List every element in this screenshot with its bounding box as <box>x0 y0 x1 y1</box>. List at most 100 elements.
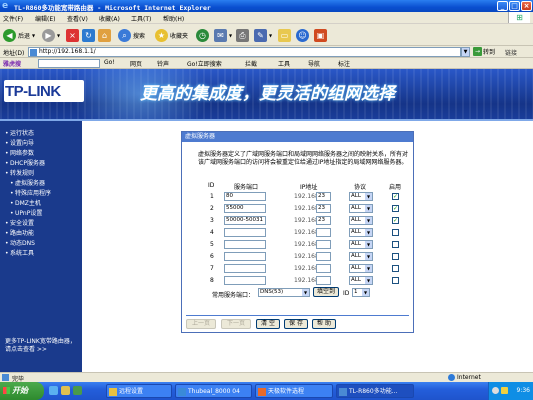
enable-checkbox[interactable] <box>392 253 399 260</box>
fill-id-select[interactable]: 1 ▼ <box>352 288 370 297</box>
search-tools-button[interactable]: 工具 <box>278 59 290 68</box>
protocol-select[interactable]: ALL ▼ <box>349 276 373 285</box>
address-input[interactable]: http://192.168.1.1/ <box>28 47 461 57</box>
go-button[interactable]: → 转到 <box>473 47 495 56</box>
service-port-input[interactable] <box>224 240 266 249</box>
menu-help[interactable]: 帮助(H) <box>163 14 184 23</box>
service-port-input[interactable] <box>224 264 266 273</box>
volume-icon[interactable] <box>501 387 508 394</box>
stop-button[interactable]: × <box>66 27 79 43</box>
sidebar-item[interactable]: •系统工具 <box>0 249 82 259</box>
start-button[interactable]: 开始 <box>0 382 44 400</box>
edit-button[interactable]: ✎ ▼ <box>254 27 272 43</box>
history-button[interactable]: ◷ <box>196 27 209 43</box>
search-button[interactable]: ⌕ 搜索 <box>118 27 145 43</box>
clear-button[interactable]: 清 空 <box>256 319 280 329</box>
sidebar-item[interactable]: •安全设置 <box>0 219 82 229</box>
prev-page-button[interactable]: 上一页 <box>186 319 216 329</box>
help-button[interactable]: 帮 助 <box>312 319 336 329</box>
forward-button[interactable]: ▶ ▼ <box>42 27 60 43</box>
search-mark-button[interactable]: 标注 <box>338 59 350 68</box>
protocol-select[interactable]: ALL ▼ <box>349 252 373 261</box>
home-button[interactable]: ⌂ <box>98 27 111 43</box>
task-remote-settings[interactable]: 远程设置 <box>106 384 172 398</box>
service-port-input[interactable] <box>224 228 266 237</box>
task-tianji[interactable]: 天极软件选程 <box>255 384 333 398</box>
menu-view[interactable]: 查看(V) <box>67 14 88 23</box>
fill-to-button[interactable]: 填空到 <box>313 287 339 297</box>
enable-checkbox[interactable] <box>392 265 399 272</box>
search-go-button[interactable]: Go! <box>104 59 115 66</box>
ip-last-octet-input[interactable] <box>316 240 331 249</box>
protocol-select[interactable]: ALL ▼ <box>349 240 373 249</box>
sidebar-item[interactable]: •DMZ主机 <box>0 199 82 209</box>
back-button[interactable]: ◀ 后退 ▼ <box>3 27 35 43</box>
search-ring-button[interactable]: 铃声 <box>157 59 169 68</box>
service-port-input[interactable]: 55000 <box>224 204 266 213</box>
minimize-button[interactable]: _ <box>497 1 508 11</box>
enable-checkbox[interactable] <box>392 277 399 284</box>
service-port-input[interactable]: 50000-50031 <box>224 216 266 225</box>
ip-last-octet-input[interactable] <box>316 264 331 273</box>
sidebar-item[interactable]: •运行状态 <box>0 129 82 139</box>
more-products-link[interactable]: 更多TP-LINK宽带路由器，请点击查看 >> <box>5 338 81 354</box>
quicklaunch-folder-icon[interactable] <box>61 386 70 395</box>
search-toolbar-input[interactable] <box>38 59 100 68</box>
ip-last-octet-input[interactable]: 23 <box>316 216 331 225</box>
ip-last-octet-input[interactable] <box>316 276 331 285</box>
mail-button[interactable]: ✉ ▼ <box>214 27 232 43</box>
protocol-select[interactable]: ALL ▼ <box>349 228 373 237</box>
sidebar-item[interactable]: •DHCP服务器 <box>0 159 82 169</box>
search-now-button[interactable]: Go!立即搜索 <box>187 59 222 68</box>
refresh-button[interactable]: ↻ <box>82 27 95 43</box>
sidebar-item[interactable]: •特殊应用程序 <box>0 189 82 199</box>
menu-tools[interactable]: 工具(T) <box>131 14 151 23</box>
print-button[interactable]: ⎙ <box>236 27 249 43</box>
messenger-button[interactable]: ☺ <box>296 27 309 43</box>
sidebar-item[interactable]: •UPnP设置 <box>0 209 82 219</box>
protocol-select[interactable]: ALL ▼ <box>349 192 373 201</box>
favorites-button[interactable]: ★ 收藏夹 <box>155 27 188 43</box>
common-ports-select[interactable]: DNS(53) ▼ <box>258 288 310 297</box>
sidebar-item[interactable]: •设置向导 <box>0 139 82 149</box>
task-router-page[interactable]: TL-R860多功能... <box>336 384 414 398</box>
maximize-button[interactable]: □ <box>509 1 520 11</box>
task-thubeal[interactable]: Thubeal_8000 04 <box>175 384 252 398</box>
service-port-input[interactable] <box>224 276 266 285</box>
ip-last-octet-input[interactable] <box>316 252 331 261</box>
enable-checkbox[interactable]: ✓ <box>392 217 399 224</box>
save-button[interactable]: 保 存 <box>284 319 308 329</box>
enable-checkbox[interactable]: ✓ <box>392 193 399 200</box>
network-icon[interactable] <box>492 387 499 394</box>
discuss-button[interactable]: ▭ <box>278 27 291 43</box>
menu-file[interactable]: 文件(F) <box>3 14 23 23</box>
menu-edit[interactable]: 编辑(E) <box>35 14 55 23</box>
service-port-input[interactable]: 80 <box>224 192 266 201</box>
ip-last-octet-input[interactable]: 23 <box>316 204 331 213</box>
popup-block-button[interactable]: 拦截 <box>245 59 257 68</box>
links-label[interactable]: 链接 <box>505 48 517 57</box>
protocol-select[interactable]: ALL ▼ <box>349 204 373 213</box>
sidebar-item[interactable]: •路由功能 <box>0 229 82 239</box>
sidebar-item[interactable]: •动态DNS <box>0 239 82 249</box>
search-brand[interactable]: 雅虎搜 <box>3 59 21 68</box>
menu-favorites[interactable]: 收藏(A) <box>99 14 120 23</box>
ip-last-octet-input[interactable]: 23 <box>316 192 331 201</box>
ip-last-octet-input[interactable] <box>316 228 331 237</box>
search-nav-button[interactable]: 导航 <box>308 59 320 68</box>
address-dropdown-button[interactable]: ▼ <box>461 47 470 57</box>
protocol-select[interactable]: ALL ▼ <box>349 216 373 225</box>
close-button[interactable]: × <box>521 1 532 11</box>
quicklaunch-ie-icon[interactable] <box>49 386 58 395</box>
enable-checkbox[interactable] <box>392 229 399 236</box>
protocol-select[interactable]: ALL ▼ <box>349 264 373 273</box>
enable-checkbox[interactable]: ✓ <box>392 205 399 212</box>
sidebar-item[interactable]: •转发规则 <box>0 169 82 179</box>
next-page-button[interactable]: 下一页 <box>221 319 251 329</box>
search-web-button[interactable]: 网页 <box>130 59 142 68</box>
sidebar-item[interactable]: •虚拟服务器 <box>0 179 82 189</box>
quicklaunch-desktop-icon[interactable] <box>73 386 82 395</box>
service-port-input[interactable] <box>224 252 266 261</box>
enable-checkbox[interactable] <box>392 241 399 248</box>
sidebar-item[interactable]: •网络参数 <box>0 149 82 159</box>
